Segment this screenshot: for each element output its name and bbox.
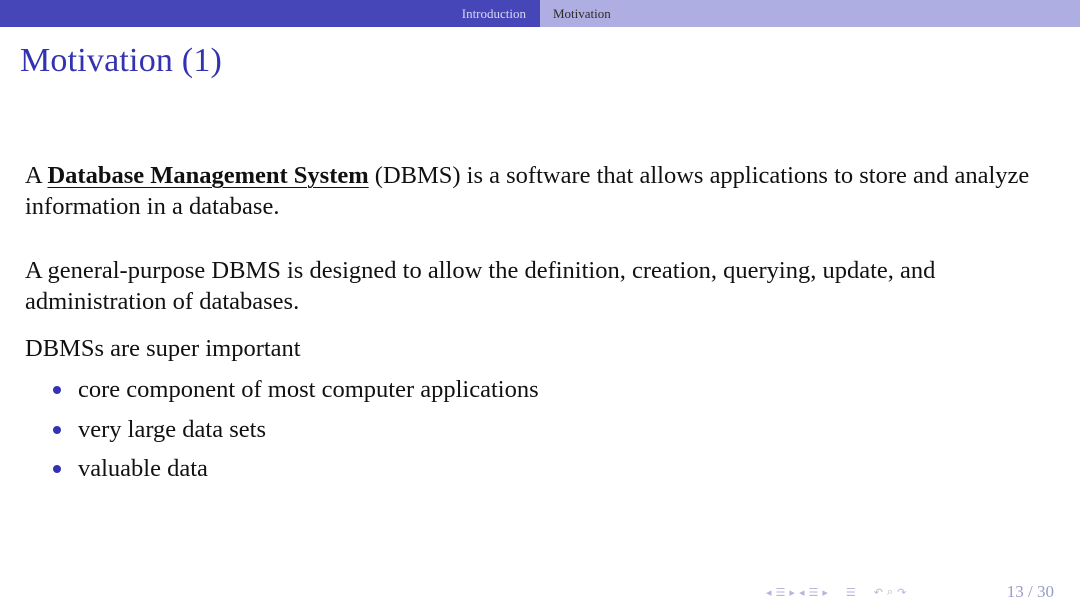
list-item-text: very large data sets (78, 415, 266, 443)
redo-icon[interactable]: ↷ (897, 586, 906, 599)
next-frame-icon[interactable]: ▸ (789, 586, 795, 599)
subsection-icon[interactable]: ☰ (808, 586, 818, 599)
dbms-definition-paragraph: A Database Management System (DBMS) is a… (25, 160, 1055, 222)
general-purpose-paragraph: A general-purpose DBMS is designed to al… (25, 257, 936, 315)
bullet-icon (53, 386, 61, 394)
slide-content: A Database Management System (DBMS) is a… (25, 160, 1055, 489)
definition-prefix: A (25, 162, 48, 189)
section-navbar: Introduction Motivation (0, 0, 1080, 27)
frame-icon[interactable]: ☰ (776, 586, 786, 599)
frame-title: Motivation (1) (20, 42, 223, 79)
bullet-icon (53, 465, 61, 473)
prev-subsection-icon[interactable]: ◂ (799, 586, 805, 599)
list-item: core component of most computer applicat… (53, 370, 1055, 410)
nav-section-motivation[interactable]: Motivation (553, 6, 611, 22)
nav-section-introduction[interactable]: Introduction (462, 6, 526, 22)
prev-frame-icon[interactable]: ◂ (766, 586, 772, 599)
list-item: very large data sets (53, 410, 1055, 450)
defined-term: Database Management System (47, 162, 369, 189)
list-item-text: valuable data (78, 455, 208, 482)
nav-left-panel: Introduction (0, 0, 540, 27)
nav-right-panel: Motivation (540, 0, 1080, 27)
bullet-icon (53, 425, 61, 434)
list-item-text: core component of most computer applicat… (78, 376, 539, 403)
search-icon[interactable]: ⌕ (887, 585, 893, 599)
importance-bullet-list: core component of most computer applicat… (25, 370, 1055, 489)
importance-paragraph: DBMSs are super important (25, 335, 301, 362)
next-subsection-icon[interactable]: ▸ (822, 586, 828, 599)
undo-icon[interactable]: ↶ (874, 586, 883, 599)
beamer-navigation-symbols: ◂ ☰ ▸ ◂ ☰ ▸ ☰ ↶ ⌕ ↷ (766, 585, 906, 599)
page-number: 13 / 30 (1006, 582, 1054, 601)
section-icon[interactable]: ☰ (846, 586, 856, 599)
list-item: valuable data (53, 449, 1055, 489)
